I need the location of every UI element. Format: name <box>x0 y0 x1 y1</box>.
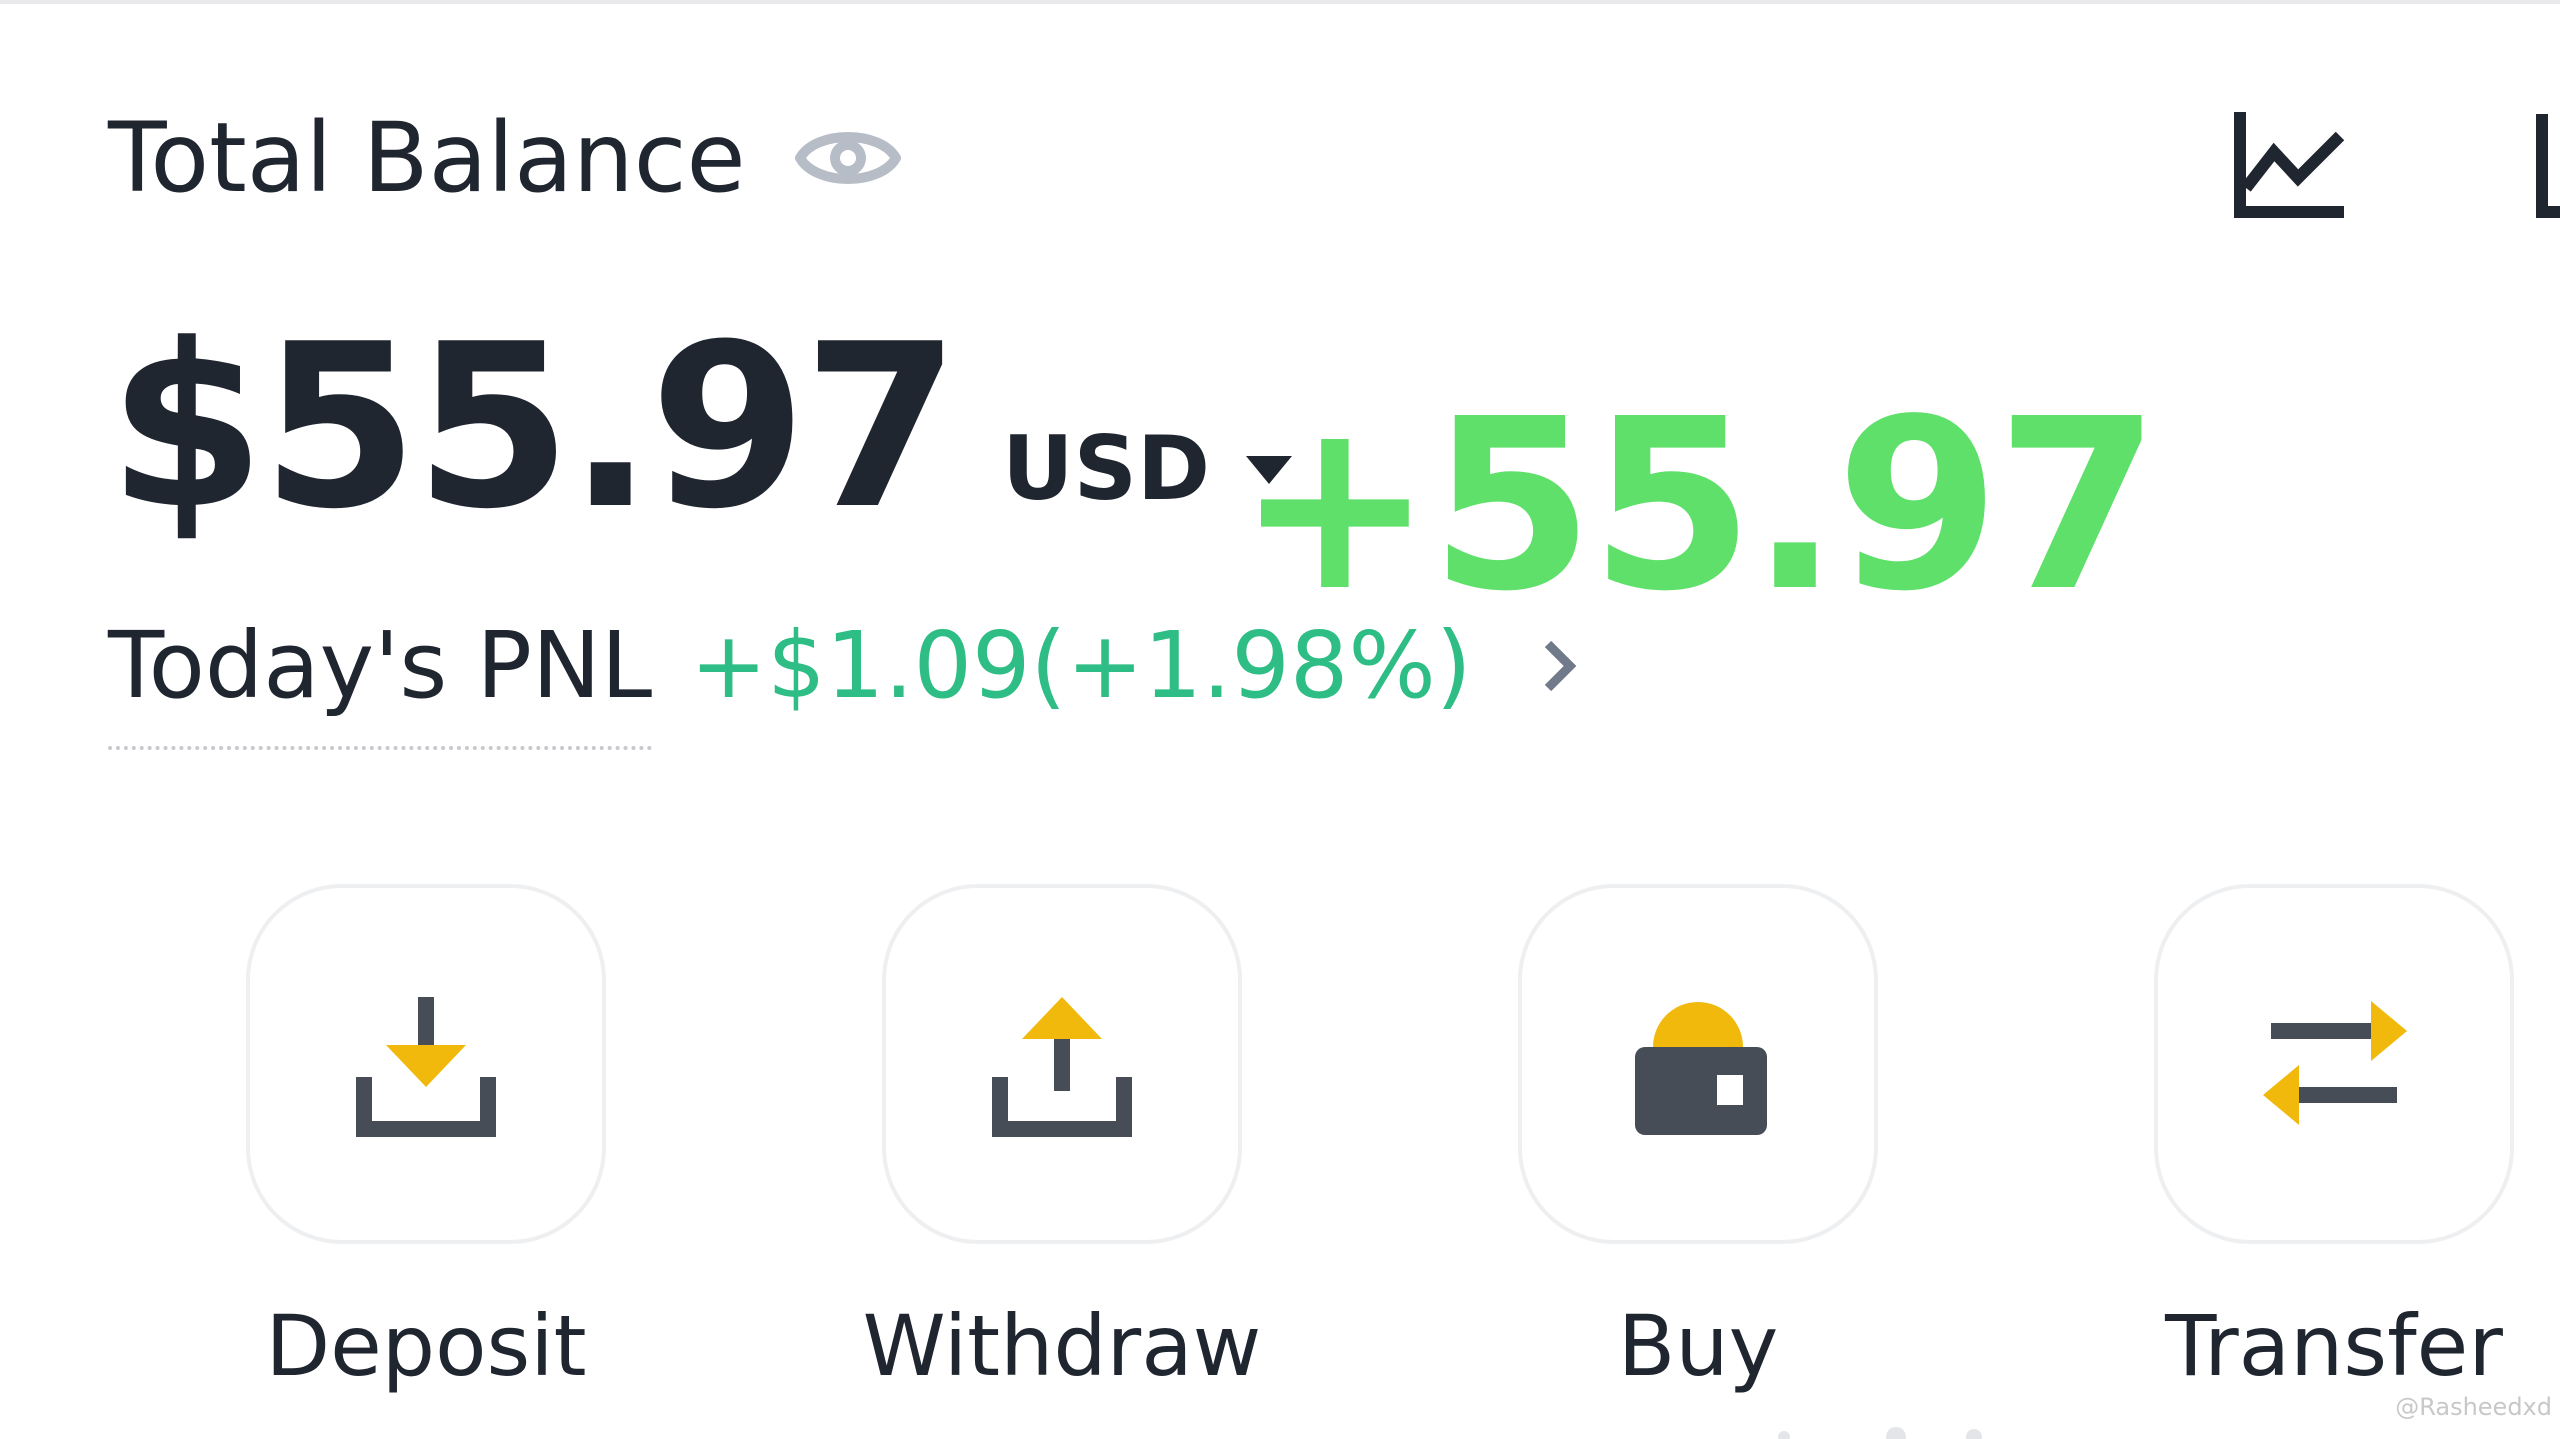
deposit-tile[interactable] <box>246 884 606 1244</box>
buy-icon <box>1635 1002 1767 1135</box>
scroll-hint-dots <box>1778 1427 1982 1439</box>
transfer-button[interactable]: Transfer <box>2154 884 2514 1388</box>
deposit-label: Deposit <box>265 1297 587 1395</box>
transfer-label: Transfer <box>2165 1297 2503 1395</box>
overlay-gain-text: +55.97 <box>1236 368 2160 643</box>
balance-amount: $55.97 <box>108 296 960 559</box>
withdraw-tile[interactable] <box>882 884 1242 1244</box>
buy-button[interactable]: Buy <box>1518 884 1878 1388</box>
wallet-overview-screen: Total Balance $55.97 USD +55.97 Today's … <box>0 0 2560 1439</box>
todays-pnl-row[interactable]: Today's PNL +$1.09(+1.98%) <box>108 620 1576 750</box>
chevron-right-icon <box>1544 640 1576 692</box>
pnl-label: Today's PNL <box>108 620 653 750</box>
balance-row: $55.97 USD <box>108 315 1294 541</box>
transfer-tile[interactable] <box>2154 884 2514 1244</box>
deposit-icon <box>356 997 496 1137</box>
watermark: @Rasheedxd <box>2395 1393 2552 1421</box>
quick-actions: Deposit Withdraw Buy Transfer <box>246 884 2546 1404</box>
withdraw-button[interactable]: Withdraw <box>863 884 1261 1388</box>
deposit-button[interactable]: Deposit <box>246 884 606 1388</box>
buy-tile[interactable] <box>1518 884 1878 1244</box>
top-divider <box>0 0 2560 4</box>
total-balance-title: Total Balance <box>108 102 746 214</box>
eye-icon[interactable] <box>794 118 902 198</box>
chart-icon[interactable] <box>2232 108 2348 220</box>
transfer-icon <box>2263 1001 2407 1125</box>
withdraw-icon <box>992 997 1132 1137</box>
history-icon[interactable] <box>2532 108 2560 220</box>
withdraw-label: Withdraw <box>862 1297 1262 1395</box>
buy-label: Buy <box>1617 1297 1779 1395</box>
pnl-value: +$1.09(+1.98%) <box>690 612 1472 719</box>
currency-label: USD <box>1002 417 1210 520</box>
balance-header: Total Balance <box>108 110 902 206</box>
